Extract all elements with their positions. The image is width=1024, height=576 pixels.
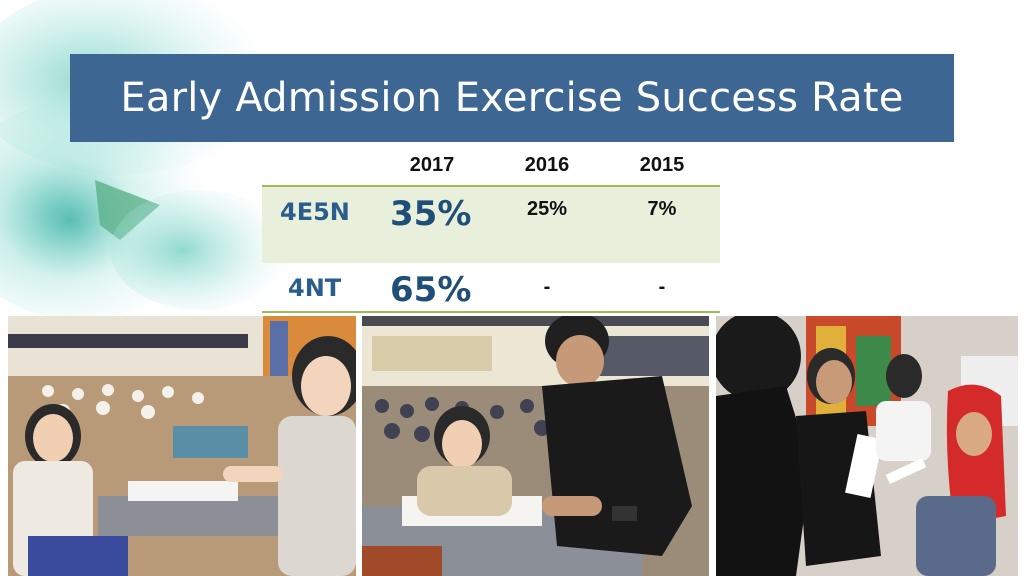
slide-title: Early Admission Exercise Success Rate xyxy=(120,75,904,121)
year-header-2017: 2017 xyxy=(409,153,455,176)
title-bar: Early Admission Exercise Success Rate xyxy=(70,54,954,142)
photo-students-discussing xyxy=(716,316,1018,576)
cell-4nt-2017: 65% xyxy=(390,270,472,310)
photo-teacher-assisting-student xyxy=(362,316,709,576)
photo-students-filling-forms xyxy=(8,316,356,576)
cell-4nt-2016: - xyxy=(543,276,551,298)
cell-4e5n-2017: 35% xyxy=(390,194,472,234)
row-label-4e5n: 4E5N xyxy=(280,198,350,226)
year-header-2015: 2015 xyxy=(639,153,685,176)
cell-4e5n-2015: 7% xyxy=(647,198,677,220)
row-label-4nt: 4NT xyxy=(288,274,342,302)
table-bottom-rule xyxy=(262,311,720,313)
cell-4e5n-2016: 25% xyxy=(526,198,568,220)
cell-4nt-2015: - xyxy=(658,276,666,298)
year-header-2016: 2016 xyxy=(524,153,570,176)
